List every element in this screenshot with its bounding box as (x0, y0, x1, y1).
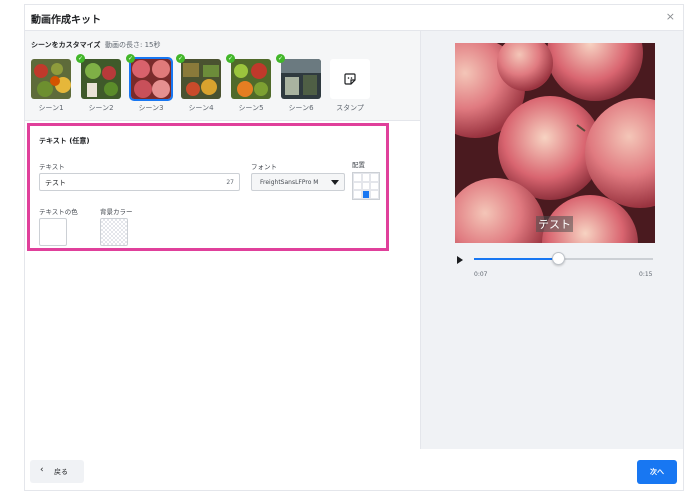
progress-fill (474, 258, 559, 260)
scene-6-check-icon: ✓ (276, 54, 285, 63)
time-current: 0:07 (474, 271, 488, 278)
scene-5-image (231, 59, 271, 99)
position-grid[interactable] (352, 172, 380, 200)
font-label: フォント (251, 163, 277, 171)
font-value: FreightSansLFPro M (260, 179, 319, 186)
position-cell-bottom-left[interactable] (353, 190, 362, 199)
position-cell-top-left[interactable] (353, 173, 362, 182)
scene-label-2: シーン2 (88, 104, 114, 112)
apples-image (455, 43, 655, 243)
scene-thumb-6[interactable] (281, 59, 321, 99)
position-cell-top-right[interactable] (370, 173, 379, 182)
back-button[interactable]: ‹ 戻る (30, 460, 84, 483)
bg-color-swatch[interactable] (100, 218, 128, 246)
text-field-label: テキスト (39, 163, 65, 171)
char-count: 27 (226, 179, 234, 186)
dialog-header: 動画作成キット × (25, 5, 683, 31)
position-cell-bottom-right[interactable] (370, 190, 379, 199)
scene-5-check-icon: ✓ (226, 54, 235, 63)
scene-thumb-2[interactable] (81, 59, 121, 99)
scene-thumb-4[interactable] (181, 59, 221, 99)
position-cell-bottom-center[interactable] (361, 190, 371, 199)
position-cell-middle-center[interactable] (361, 181, 371, 191)
scene-label-3: シーン3 (138, 104, 164, 112)
scene-4-check-icon: ✓ (176, 54, 185, 63)
scene-customizer: シーンをカスタマイズ 動画の長さ: 15秒 ✓ ✓ ✓ ✓ ✓ シーン1 シーン… (25, 31, 420, 121)
scene-label-4: シーン4 (188, 104, 214, 112)
scene-3-image (131, 59, 171, 99)
bg-color-label: 背景カラー (100, 208, 133, 216)
video-length: 動画の長さ: 15秒 (105, 41, 161, 49)
next-button[interactable]: 次へ (637, 460, 677, 484)
scene-2-check-icon: ✓ (76, 54, 85, 63)
scene-6-image (281, 59, 321, 99)
text-settings-panel: テキスト (任意) テキスト テスト 27 フォント FreightSansLF… (27, 123, 389, 251)
font-dropdown[interactable]: FreightSansLFPro M (251, 173, 345, 191)
text-color-label: テキストの色 (39, 208, 78, 216)
play-icon[interactable] (457, 256, 463, 264)
text-color-swatch[interactable] (39, 218, 67, 246)
preview-caption: テスト (536, 216, 573, 232)
scene-thumb-5[interactable] (231, 59, 271, 99)
position-label: 配置 (352, 161, 365, 169)
video-preview[interactable]: テスト (455, 43, 655, 243)
position-cell-top-center[interactable] (361, 173, 371, 182)
dialog-title: 動画作成キット (31, 15, 101, 26)
progress-handle[interactable] (551, 252, 565, 265)
scene-3-check-icon: ✓ (126, 54, 135, 63)
scene-section-title: シーンをカスタマイズ (31, 41, 101, 49)
scene-label-6: シーン6 (288, 104, 314, 112)
stamp-button[interactable] (330, 59, 370, 99)
scene-thumb-1[interactable] (31, 59, 71, 99)
sticker-icon (344, 73, 356, 85)
chevron-left-icon: ‹ (40, 465, 44, 475)
editor-panel: シーンをカスタマイズ 動画の長さ: 15秒 ✓ ✓ ✓ ✓ ✓ シーン1 シーン… (25, 31, 420, 449)
scene-label-1: シーン1 (38, 104, 64, 112)
caret-down-icon (331, 180, 339, 185)
scene-label-5: シーン5 (238, 104, 264, 112)
stamp-label: スタンプ (336, 104, 364, 112)
scene-thumb-3[interactable] (129, 57, 173, 101)
position-cell-middle-left[interactable] (353, 181, 362, 191)
scene-2-image (81, 59, 121, 99)
scene-4-image (181, 59, 221, 99)
preview-panel: テスト 0:07 0:15 (420, 31, 683, 449)
time-total: 0:15 (639, 271, 653, 278)
close-icon[interactable]: × (666, 10, 675, 23)
scene-1-image (31, 59, 71, 99)
text-input-value: テスト (45, 179, 66, 187)
back-button-label: 戻る (54, 468, 68, 476)
position-cell-middle-right[interactable] (370, 181, 379, 191)
video-kit-dialog: 動画作成キット × シーンをカスタマイズ 動画の長さ: 15秒 ✓ ✓ ✓ ✓ … (24, 4, 684, 491)
text-settings-title: テキスト (任意) (39, 137, 90, 145)
text-input[interactable]: テスト 27 (39, 173, 240, 191)
